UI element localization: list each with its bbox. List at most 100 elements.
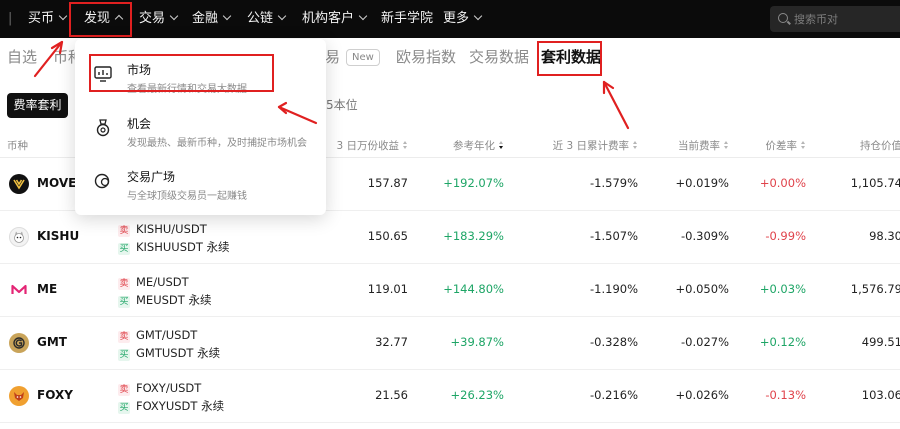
spot-pair-label: KISHU/USDT [136, 222, 207, 236]
nav-item-label: 新手学院 [381, 11, 434, 26]
perp-pair-label: MEUSDT 永续 [136, 293, 212, 307]
coin-name: GMT [37, 335, 67, 349]
sort-desc-icon [499, 141, 504, 150]
dropdown-item-desc: 发现最热、最新币种，及时捕捉市场机会 [127, 138, 307, 149]
cell-position-value: 1,105.74 [850, 176, 900, 190]
spot-pair[interactable]: 卖 FOXY/USDT [118, 381, 201, 396]
spot-pair-label: ME/USDT [136, 275, 189, 289]
perp-pair[interactable]: 买 FOXYUSDT 永续 [118, 398, 224, 414]
cell-apy: +192.07% [443, 176, 504, 190]
perp-pair[interactable]: 买 KISHUUSDT 永续 [118, 239, 230, 255]
dropdown-item-title: 机会 [127, 117, 152, 131]
sell-tag: 卖 [118, 331, 130, 343]
spot-pair-label: GMT/USDT [136, 328, 198, 342]
search-icon [778, 13, 788, 23]
cell-position-value: 98.30 [869, 229, 900, 243]
arrow-to-arbitrage-tab [602, 80, 630, 130]
spot-pair[interactable]: 卖 ME/USDT [118, 275, 189, 290]
cell-position-value: 1,576.79 [850, 282, 900, 296]
column-header-apy[interactable]: 参考年化 [453, 138, 504, 153]
buy-tag: 买 [118, 349, 130, 361]
perp-pair[interactable]: 买 MEUSDT 永续 [118, 292, 211, 308]
cell-cumulative-rate: -0.216% [590, 388, 638, 402]
buy-tag: 买 [118, 402, 130, 414]
table-row[interactable]: ME 卖 ME/USDT 买 MEUSDT 永续 119.01 +144.80% -… [0, 264, 900, 317]
cell-cumulative-rate: -1.190% [590, 282, 638, 296]
table-row[interactable]: KISHU 卖 KISHU/USDT 买 KISHUUSDT 永续 150.65 +… [0, 211, 900, 264]
nav-item-finance[interactable]: 金融 [192, 0, 232, 38]
move-coin-icon [9, 174, 29, 194]
column-header-3d-cumulative-rate[interactable]: 近 3 日累计费率 [553, 138, 638, 153]
tab-trading-data[interactable]: 交易数据 [469, 46, 529, 68]
nav-item-label: 更多 [443, 11, 470, 26]
coin-name: ME [37, 282, 58, 296]
column-header-3d-yield[interactable]: 3 日万份收益 [336, 138, 408, 153]
sell-tag: 卖 [118, 384, 130, 396]
cell-3d-yield: 150.65 [367, 229, 408, 243]
perp-pair-label: GMTUSDT 永续 [136, 346, 221, 360]
nav-item-buy-crypto[interactable]: 买币 [28, 0, 68, 38]
table-row[interactable]: FOXY 卖 FOXY/USDT 买 FOXYUSDT 永续 21.56 +26.2… [0, 370, 900, 423]
cell-spread: +0.03% [759, 282, 806, 296]
column-header-current-rate[interactable]: 当前费率 [678, 138, 729, 153]
table-row[interactable]: GMT 卖 GMT/USDT 买 GMTUSDT 永续 32.77 +39.87% … [0, 317, 900, 370]
search-input[interactable] [794, 6, 900, 32]
nav-item-institutional[interactable]: 机构客户 [302, 0, 368, 38]
cell-current-rate: +0.019% [675, 176, 730, 190]
search-box[interactable] [770, 6, 900, 32]
column-header-label: 持仓价值 [860, 140, 900, 152]
cell-cumulative-rate: -1.507% [590, 229, 638, 243]
cell-apy: +39.87% [450, 335, 505, 349]
nav-item-label: 交易 [139, 11, 166, 26]
buy-tag: 买 [118, 243, 130, 255]
chevron-down-icon [277, 11, 287, 21]
nav-item-academy[interactable]: 新手学院 [381, 0, 433, 38]
spot-pair[interactable]: 卖 KISHU/USDT [118, 222, 207, 237]
cell-3d-yield: 32.77 [375, 335, 408, 349]
column-header-label: 参考年化 [453, 140, 495, 152]
sort-icon [403, 141, 408, 150]
column-header-position-value[interactable]: 持仓价值 [860, 138, 900, 153]
tab-okx-index[interactable]: 欧易指数 [396, 46, 456, 68]
dropdown-item-desc: 与全球顶级交易员一起赚钱 [127, 191, 247, 202]
cell-spread: +0.12% [759, 335, 806, 349]
column-header-label: 价差率 [765, 140, 798, 152]
cell-apy: +144.80% [443, 282, 504, 296]
nav-item-label: 公链 [247, 11, 274, 26]
chevron-down-icon [358, 11, 368, 21]
cell-spread: +0.00% [759, 176, 806, 190]
tab-favorites[interactable]: 自选 [7, 46, 37, 68]
dropdown-item-trading-plaza[interactable]: 交易广场 与全球顶级交易员一起赚钱 [75, 163, 326, 213]
column-header-label: 3 日万份收益 [336, 140, 399, 152]
nav-item-trade[interactable]: 交易 [139, 0, 179, 38]
cell-current-rate: -0.309% [681, 229, 729, 243]
sort-icon [633, 141, 638, 150]
column-header-spread[interactable]: 价差率 [766, 138, 807, 153]
cell-current-rate: +0.026% [675, 388, 730, 402]
dropdown-item-opportunity[interactable]: 机会 发现最热、最新币种，及时捕捉市场机会 [75, 110, 326, 160]
sort-icon [801, 141, 806, 150]
buy-tag: 买 [118, 296, 130, 308]
cell-3d-yield: 157.87 [367, 176, 408, 190]
foxy-coin-icon [9, 386, 29, 406]
cell-cumulative-rate: -0.328% [590, 335, 638, 349]
coin-name: KISHU [37, 229, 80, 243]
cell-apy: +183.29% [443, 229, 504, 243]
annotation-box-arbitrage-tab [537, 41, 602, 76]
cell-3d-yield: 119.01 [367, 282, 408, 296]
spot-pair[interactable]: 卖 GMT/USDT [118, 328, 197, 343]
me-coin-icon [9, 280, 29, 300]
top-nav: | 买币 发现 交易 金融 公链 机构客户 新手学院 更多 [0, 0, 900, 38]
chevron-down-icon [473, 11, 483, 21]
perp-pair[interactable]: 买 GMTUSDT 永续 [118, 345, 220, 361]
cell-current-rate: -0.027% [681, 335, 729, 349]
nav-item-more[interactable]: 更多 [443, 0, 483, 38]
column-header-label: 当前费率 [678, 140, 720, 152]
funding-rate-arbitrage-button[interactable]: 费率套利 [7, 93, 68, 118]
cell-current-rate: +0.050% [675, 282, 730, 296]
cell-position-value: 499.51 [861, 335, 900, 349]
nav-item-public-chain[interactable]: 公链 [247, 0, 287, 38]
annotation-box-discover [69, 2, 132, 37]
margin-unit-label[interactable]: 5本位 [326, 96, 358, 113]
chevron-down-icon [222, 11, 232, 21]
